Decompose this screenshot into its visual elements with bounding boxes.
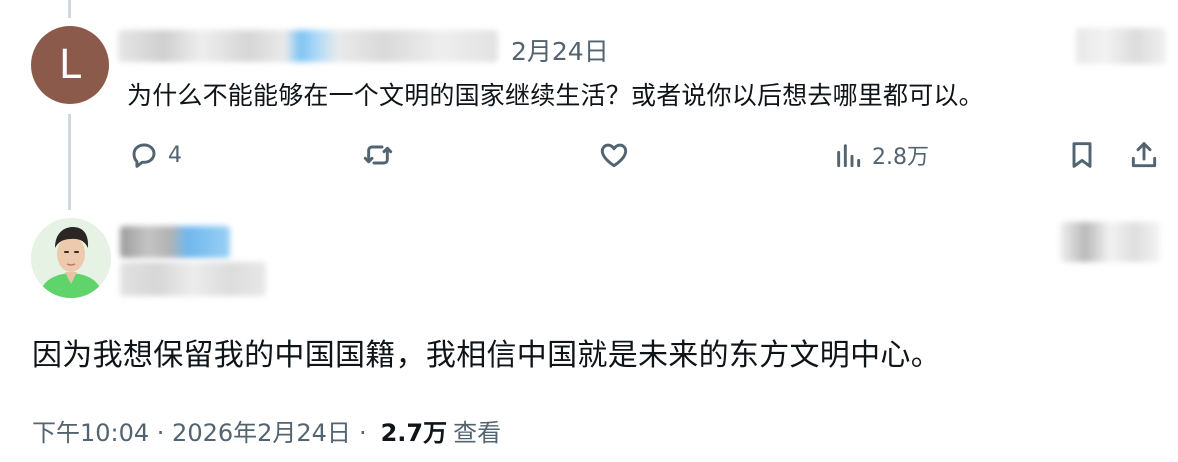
post-views-label: 查看 — [453, 419, 502, 447]
follow-button[interactable] — [1060, 222, 1160, 262]
meta-separator: · — [358, 419, 367, 447]
post-views-count: 2.7万 — [380, 419, 448, 447]
analytics-icon — [837, 144, 861, 168]
bookmark-button[interactable] — [1066, 138, 1098, 172]
post-text: 因为我想保留我的中国国籍，我相信中国就是未来的东方文明中心。 — [32, 338, 941, 373]
views-count: 2.8万 — [872, 145, 929, 170]
thread-line-top — [68, 0, 71, 18]
reply-text: 为什么不能能够在一个文明的国家继续生活？或者说你以后想去哪里都可以。 — [127, 81, 984, 110]
like-button[interactable] — [598, 138, 638, 172]
comment-icon — [132, 143, 156, 168]
bookmark-icon — [1072, 142, 1092, 168]
thread-line-bottom — [68, 114, 71, 210]
redacted-display-name[interactable] — [120, 226, 230, 258]
reply-button[interactable]: 4 — [128, 138, 182, 172]
avatar[interactable] — [31, 218, 111, 298]
avatar-letter: L — [58, 42, 82, 88]
redacted-username[interactable] — [118, 30, 498, 62]
share-icon — [1131, 142, 1157, 168]
reply-date[interactable]: 2月24日 — [511, 32, 609, 68]
views-button[interactable]: 2.8万 — [832, 138, 929, 172]
redacted-handle[interactable] — [120, 262, 266, 296]
heart-icon — [600, 143, 628, 168]
reply-count: 4 — [168, 142, 182, 168]
post-timestamp[interactable]: 下午10:04 · 2026年2月24日 — [32, 413, 351, 448]
avatar-photo — [31, 218, 111, 298]
repost-icon — [363, 145, 393, 165]
repost-button[interactable] — [362, 138, 402, 172]
avatar[interactable]: L — [31, 26, 109, 104]
post-meta: 下午10:04 · 2026年2月24日 · 2.7万 查看 — [32, 413, 501, 448]
more-options-icon[interactable] — [1076, 28, 1166, 64]
share-button[interactable] — [1128, 138, 1160, 172]
